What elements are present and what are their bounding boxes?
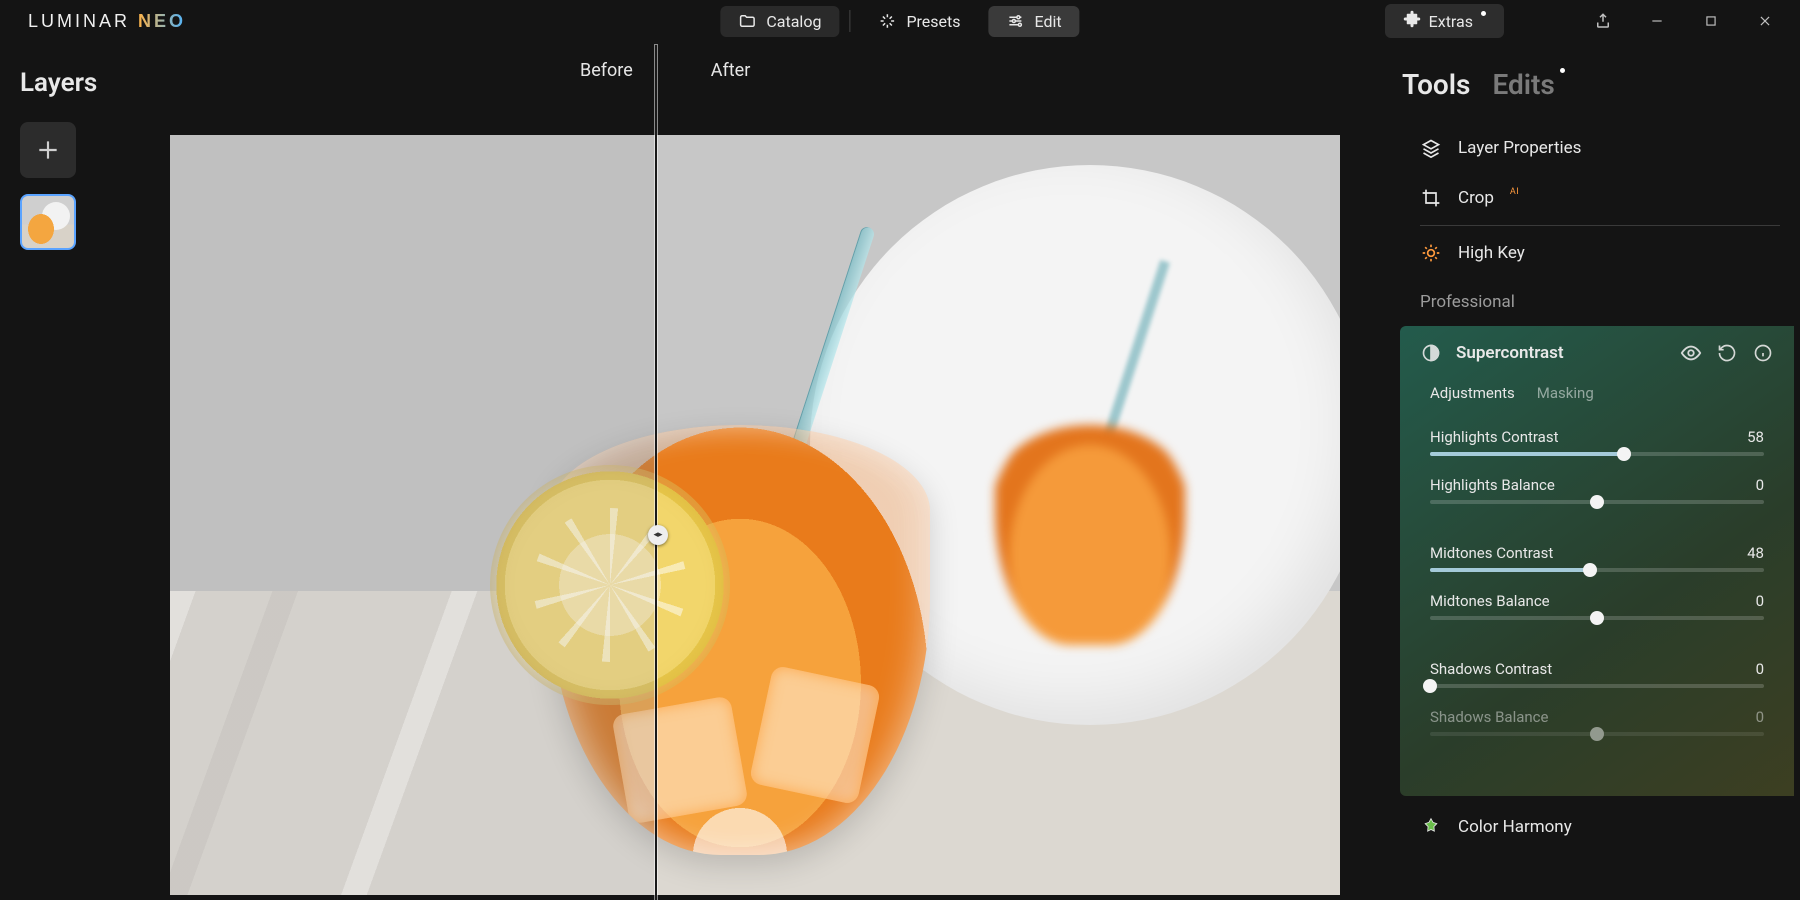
- nav-edit-label: Edit: [1035, 12, 1062, 31]
- tool-supercontrast-panel: Supercontrast Adjustments Masking Highli…: [1400, 326, 1794, 796]
- compare-handle[interactable]: ◂▸: [648, 525, 668, 545]
- notification-dot-icon: [1481, 11, 1486, 16]
- slider-highlights-balance[interactable]: Highlights Balance 0: [1430, 476, 1764, 504]
- tab-edits[interactable]: Edits: [1492, 68, 1554, 101]
- slider-thumb[interactable]: [1583, 563, 1597, 577]
- slider-label: Midtones Balance: [1430, 592, 1550, 610]
- contrast-icon: [1420, 342, 1442, 364]
- nav-catalog[interactable]: Catalog: [720, 6, 839, 37]
- nav-catalog-label: Catalog: [766, 12, 821, 31]
- tool-color-harmony[interactable]: Color Harmony: [1400, 802, 1800, 852]
- slider-label: Shadows Balance: [1430, 708, 1548, 726]
- divider: [1420, 225, 1780, 226]
- supercontrast-title: Supercontrast: [1456, 343, 1666, 363]
- compare-before-label: Before: [580, 60, 633, 81]
- visibility-icon[interactable]: [1680, 342, 1702, 364]
- slider-value: 0: [1756, 592, 1764, 610]
- slider-track[interactable]: [1430, 568, 1764, 572]
- window-maximize-button[interactable]: [1686, 0, 1736, 42]
- slider-thumb[interactable]: [1423, 679, 1437, 693]
- nav-presets[interactable]: Presets: [860, 6, 978, 37]
- slider-value: 48: [1747, 544, 1764, 562]
- slider-thumb[interactable]: [1617, 447, 1631, 461]
- slider-thumb[interactable]: [1590, 727, 1604, 741]
- share-button[interactable]: [1578, 0, 1628, 42]
- slider-midtones-contrast[interactable]: Midtones Contrast 48: [1430, 544, 1764, 572]
- nav-presets-label: Presets: [906, 12, 960, 31]
- window-minimize-button[interactable]: [1632, 0, 1682, 42]
- slider-value: 0: [1756, 708, 1764, 726]
- slider-midtones-balance[interactable]: Midtones Balance 0: [1430, 592, 1764, 620]
- tool-label: Color Harmony: [1458, 817, 1572, 837]
- window-close-button[interactable]: [1740, 0, 1790, 42]
- nav-edit[interactable]: Edit: [989, 6, 1080, 37]
- tool-crop[interactable]: Crop AI: [1400, 173, 1800, 223]
- slider-label: Highlights Balance: [1430, 476, 1555, 494]
- slider-value: 58: [1747, 428, 1764, 446]
- layers-title: Layers: [20, 68, 150, 98]
- slider-track[interactable]: [1430, 732, 1764, 736]
- image-canvas[interactable]: [170, 135, 1340, 895]
- puzzle-icon: [1403, 10, 1421, 32]
- layers-icon: [1420, 137, 1442, 159]
- compare-after-label: After: [711, 60, 751, 81]
- tool-high-key[interactable]: High Key: [1400, 228, 1800, 278]
- crop-icon: [1420, 187, 1442, 209]
- subtab-adjustments[interactable]: Adjustments: [1430, 384, 1515, 402]
- ai-badge: AI: [1510, 187, 1519, 197]
- slider-highlights-contrast[interactable]: Highlights Contrast 58: [1430, 428, 1764, 456]
- section-professional: Professional: [1400, 278, 1800, 322]
- extras-button[interactable]: Extras: [1385, 4, 1504, 38]
- tool-label: Layer Properties: [1458, 138, 1581, 158]
- layer-thumbnail[interactable]: [20, 194, 76, 250]
- extras-label: Extras: [1429, 12, 1473, 31]
- slider-shadows-contrast[interactable]: Shadows Contrast 0: [1430, 660, 1764, 688]
- notification-dot-icon: [1560, 68, 1565, 73]
- slider-label: Midtones Contrast: [1430, 544, 1553, 562]
- slider-thumb[interactable]: [1590, 495, 1604, 509]
- slider-label: Shadows Contrast: [1430, 660, 1552, 678]
- add-layer-button[interactable]: [20, 122, 76, 178]
- slider-value: 0: [1756, 660, 1764, 678]
- slider-value: 0: [1756, 476, 1764, 494]
- sliders-icon: [1007, 12, 1025, 30]
- slider-track[interactable]: [1430, 616, 1764, 620]
- slider-track[interactable]: [1430, 500, 1764, 504]
- reset-icon[interactable]: [1716, 342, 1738, 364]
- sparkles-icon: [878, 12, 896, 30]
- tool-layer-properties[interactable]: Layer Properties: [1400, 123, 1800, 173]
- app-logo: LUMINAR NEO: [0, 11, 186, 32]
- subtab-masking[interactable]: Masking: [1537, 384, 1594, 402]
- photo-scene: [170, 135, 1340, 895]
- slider-label: Highlights Contrast: [1430, 428, 1559, 446]
- color-harmony-icon: [1420, 816, 1442, 838]
- sun-icon: [1420, 242, 1442, 264]
- tab-tools[interactable]: Tools: [1402, 68, 1470, 101]
- info-icon[interactable]: [1752, 342, 1774, 364]
- slider-track[interactable]: [1430, 452, 1764, 456]
- tool-label: High Key: [1458, 243, 1525, 263]
- folder-icon: [738, 12, 756, 30]
- tool-label: Crop: [1458, 188, 1494, 208]
- slider-shadows-balance[interactable]: Shadows Balance 0: [1430, 708, 1764, 736]
- slider-track[interactable]: [1430, 684, 1764, 688]
- compare-divider[interactable]: [655, 45, 657, 900]
- slider-thumb[interactable]: [1590, 611, 1604, 625]
